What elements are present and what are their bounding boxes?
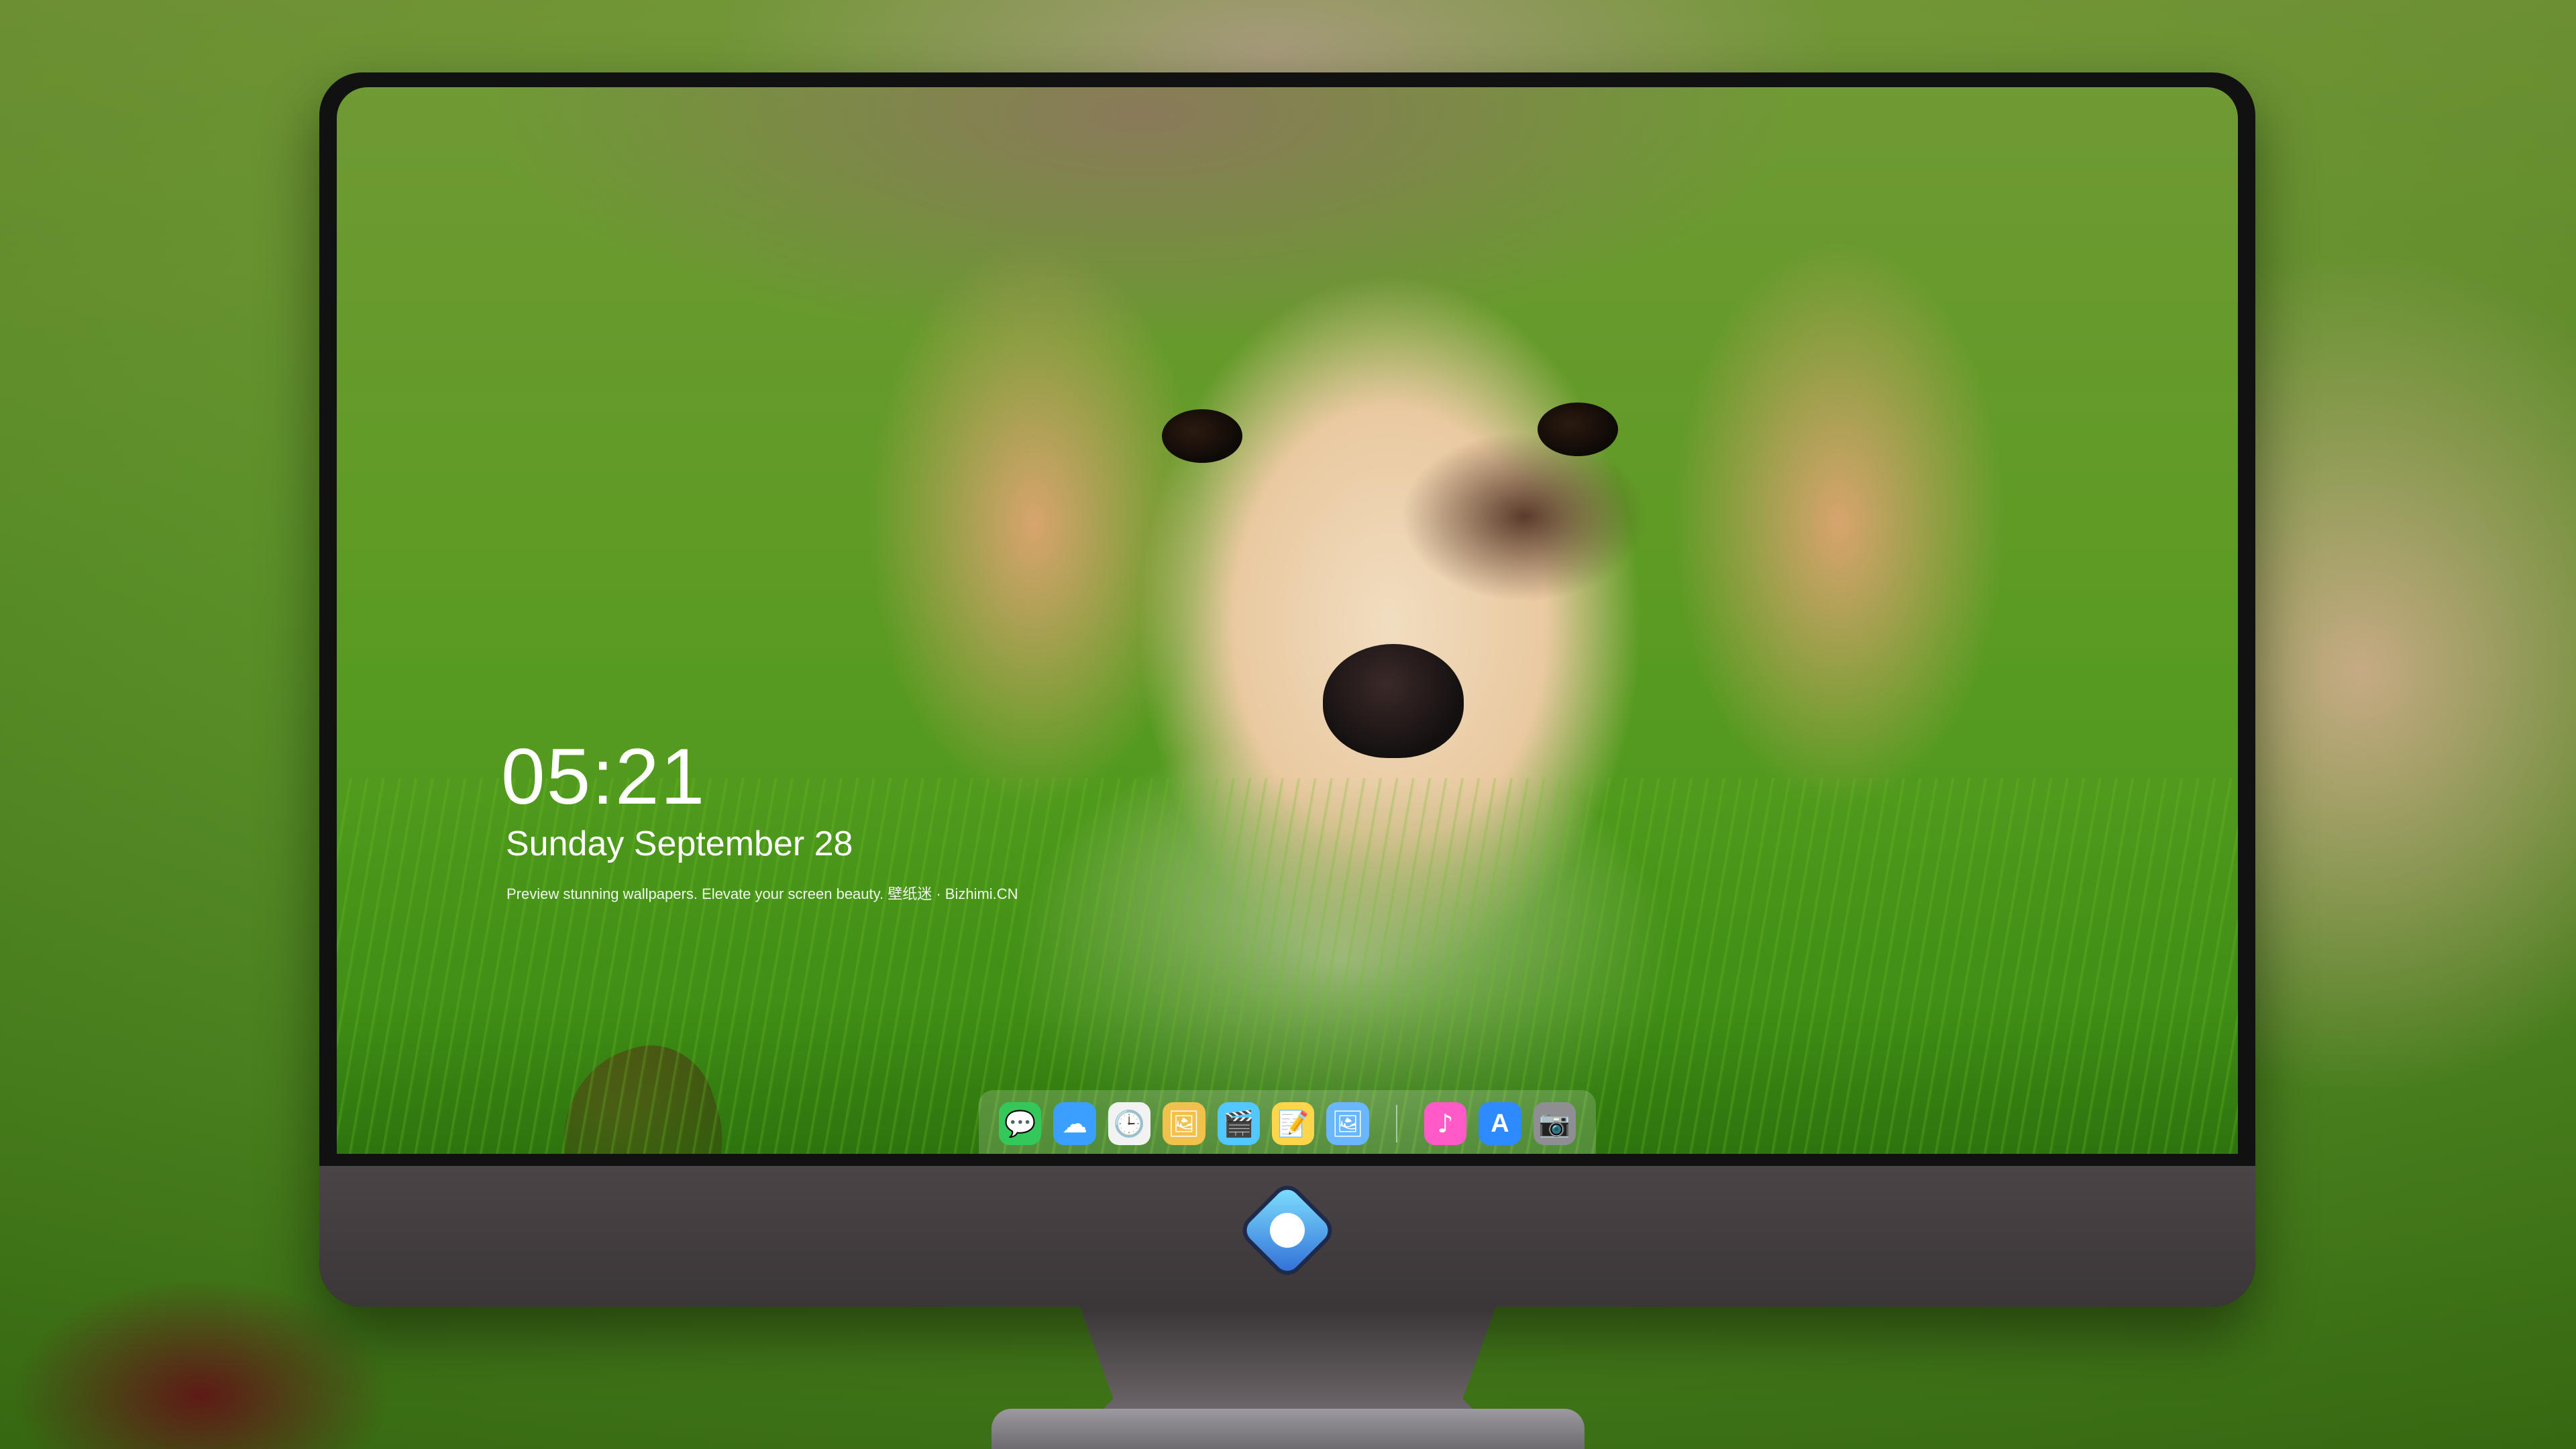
app-store-icon[interactable]: A [1479,1102,1521,1145]
camera-icon[interactable]: 📷 [1533,1102,1576,1145]
monitor-chin [319,1166,2255,1307]
weather-icon[interactable]: ☁ [1053,1102,1096,1145]
wallpaper-dog-eye-right [1538,402,1618,456]
monitor-stand-base [991,1409,1585,1449]
clock-icon[interactable]: 🕒 [1108,1102,1151,1145]
lock-time: 05:21 [501,733,706,821]
notes-icon[interactable]: 📝 [1272,1102,1315,1145]
music-icon[interactable]: ♪ [1424,1102,1467,1145]
brand-logo-icon [1242,1185,1333,1276]
lock-screen: 05:21 Sunday September 28 Preview stunni… [337,87,2238,1154]
wallpaper-dog-nose [1323,644,1464,758]
dock-separator [1395,1105,1397,1142]
lock-tagline: Preview stunning wallpapers. Elevate you… [506,885,1018,902]
messages-icon[interactable]: 💬 [999,1102,1042,1145]
lock-date: Sunday September 28 [506,824,853,863]
wallpaper-dog-eye-left [1162,409,1242,463]
monitor: 05:21 Sunday September 28 Preview stunni… [319,72,2255,1307]
clips-icon[interactable]: 🎬 [1217,1102,1260,1145]
preview-icon[interactable]: 🖼 [1163,1102,1205,1145]
dock: 💬 ☁ 🕒 🖼 🎬 📝 🖼 ♪ A 📷 [979,1090,1596,1154]
photos-icon[interactable]: 🖼 [1326,1102,1369,1145]
